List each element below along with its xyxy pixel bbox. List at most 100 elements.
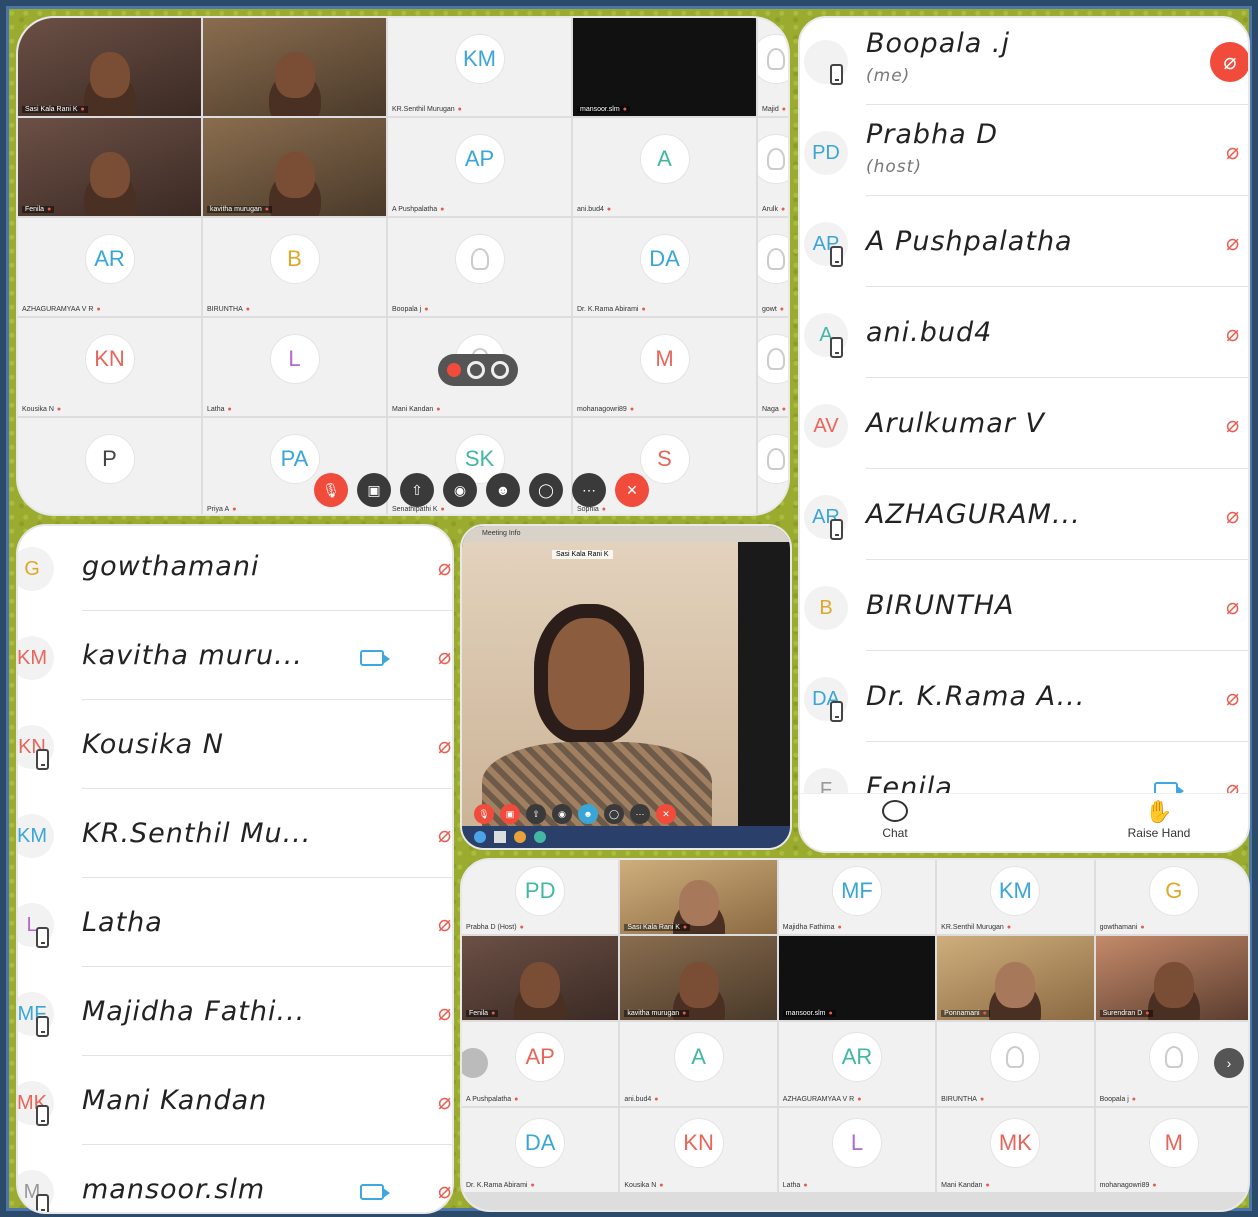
- participant-tile[interactable]: MF Majidha Fathima ●: [778, 860, 936, 934]
- participant-tile[interactable]: Ponnamani ●: [937, 936, 1094, 1020]
- mic-muted-icon[interactable]: ⌀: [438, 1000, 451, 1026]
- participant-tile[interactable]: kavitha murugan ●: [620, 936, 777, 1020]
- participant-tile[interactable]: AR AZHAGURAMYAA V R ●: [778, 1022, 936, 1106]
- camera-button[interactable]: ▣: [357, 473, 391, 507]
- message-icon[interactable]: [467, 361, 485, 379]
- participant-row[interactable]: KN Kousika N ⌀: [18, 704, 452, 794]
- participant-row[interactable]: AR AZHAGURAM... ⌀: [800, 473, 1248, 563]
- participant-row[interactable]: AP A Pushpalatha ⌀: [800, 200, 1248, 290]
- record-button[interactable]: ◉: [443, 473, 477, 507]
- participant-tile[interactable]: Fenila ●: [462, 936, 619, 1020]
- participant-tile[interactable]: Aani.bud4 ●: [573, 118, 756, 216]
- taskbar-app-icon[interactable]: [494, 831, 506, 843]
- speaker-more-button[interactable]: ⋯: [630, 804, 650, 824]
- participant-tile[interactable]: BIRUNTHA ●: [937, 1022, 1094, 1106]
- participant-tile[interactable]: MK Mani Kandan ●: [937, 1108, 1094, 1192]
- participant-row[interactable]: AV Arulkumar V ⌀: [800, 382, 1248, 472]
- share-screen-button[interactable]: ⇧: [400, 473, 434, 507]
- speaker-share-button[interactable]: ⇧: [526, 804, 546, 824]
- user-placeholder-icon: [758, 34, 788, 85]
- mic-muted-icon[interactable]: ⌀: [1226, 685, 1239, 711]
- participant-tile[interactable]: Surendran D ●: [1095, 936, 1248, 1020]
- participant-tile[interactable]: Naga ●: [758, 318, 788, 416]
- participant-row[interactable]: MK Mani Kandan ⌀: [18, 1060, 452, 1150]
- participant-row[interactable]: L Latha ⌀: [18, 882, 452, 972]
- participant-tile[interactable]: L Latha ●: [778, 1108, 936, 1192]
- user-placeholder-icon: [758, 234, 788, 285]
- participant-tile[interactable]: [758, 418, 788, 514]
- participant-tile[interactable]: AP A Pushpalatha ●: [388, 118, 571, 216]
- participant-tile[interactable]: Boopala j ●: [388, 218, 571, 316]
- participant-tile[interactable]: KM KR.Senthil Murugan ●: [388, 18, 571, 116]
- participant-tile[interactable]: gowt ●: [758, 218, 788, 316]
- mic-muted-icon[interactable]: ⌀: [438, 644, 451, 670]
- more-button[interactable]: ⋯: [572, 473, 606, 507]
- participant-row[interactable]: Mmansoor.slm ⌀: [18, 1149, 452, 1212]
- participant-tile[interactable]: DA Dr. K.Rama Abirami ●: [462, 1108, 619, 1192]
- settings-icon[interactable]: [491, 361, 509, 379]
- speaker-participants-button[interactable]: ☻: [578, 804, 598, 824]
- participant-tile[interactable]: B BIRUNTHA ●: [203, 218, 386, 316]
- participant-tile[interactable]: mansoor.slm ●: [778, 936, 936, 1020]
- participant-row[interactable]: MF Majidha Fathi... ⌀: [18, 971, 452, 1061]
- participant-tile[interactable]: KN Kousika N ●: [620, 1108, 777, 1192]
- mic-muted-icon[interactable]: ⌀: [1226, 230, 1239, 256]
- participant-tile[interactable]: PD Prabha D (Host) ●: [462, 860, 619, 934]
- next-page-button[interactable]: ›: [1214, 1048, 1244, 1078]
- participant-row[interactable]: DA Dr. K.Rama A... ⌀: [800, 655, 1248, 745]
- participant-row[interactable]: PD Prabha D (host) ⌀: [800, 109, 1248, 199]
- participant-tile[interactable]: kavitha murugan ●: [203, 118, 386, 216]
- mic-muted-icon[interactable]: ⌀: [1226, 594, 1239, 620]
- taskbar-app-icon[interactable]: [514, 831, 526, 843]
- participant-tile[interactable]: Majid ●: [758, 18, 788, 116]
- participant-tile[interactable]: Arulk ●: [758, 118, 788, 216]
- participant-row[interactable]: Ggowthamani ⌀: [18, 526, 452, 616]
- participant-tile[interactable]: P: [18, 418, 201, 514]
- participant-tile[interactable]: L Latha ●: [203, 318, 386, 416]
- end-call-button[interactable]: ✕: [615, 473, 649, 507]
- taskbar-app-icon[interactable]: [534, 831, 546, 843]
- participant-row[interactable]: B BIRUNTHA ⌀: [800, 564, 1248, 654]
- participant-tile[interactable]: mansoor.slm ●: [573, 18, 756, 116]
- participant-tile[interactable]: KM KR.Senthil Murugan ●: [937, 860, 1094, 934]
- participant-row[interactable]: KM kavitha muru... ⌀: [18, 615, 452, 705]
- speaker-chat-button[interactable]: ◯: [604, 804, 624, 824]
- raise-hand-tab[interactable]: ✋ Raise Hand: [1114, 800, 1204, 841]
- participant-row[interactable]: Boopala .j (me) ⌀: [800, 18, 1248, 108]
- participant-tile[interactable]: Sasi Kala Rani K ●: [18, 18, 201, 116]
- mic-muted-icon[interactable]: ⌀: [438, 911, 451, 937]
- participant-tile[interactable]: KN Kousika N ●: [18, 318, 201, 416]
- speaker-camera-button[interactable]: ▣: [500, 804, 520, 824]
- chat-tab[interactable]: Chat: [870, 800, 920, 840]
- participant-tile[interactable]: Ggowthamani ●: [1095, 860, 1248, 934]
- speaker-end-call-button[interactable]: ✕: [656, 804, 676, 824]
- mic-off-icon[interactable]: [447, 363, 461, 377]
- participant-tile[interactable]: DA Dr. K.Rama Abirami ●: [573, 218, 756, 316]
- mic-muted-icon[interactable]: ⌀: [438, 1178, 451, 1204]
- taskbar-app-icon[interactable]: [474, 831, 486, 843]
- mic-muted-icon[interactable]: ⌀: [438, 822, 451, 848]
- speaker-mute-button[interactable]: 🎙: [474, 804, 494, 824]
- participant-tile[interactable]: Mmohanagowri89 ●: [573, 318, 756, 416]
- participant-tile[interactable]: AR AZHAGURAMYAA V R ●: [18, 218, 201, 316]
- speaker-record-button[interactable]: ◉: [552, 804, 572, 824]
- mic-muted-icon[interactable]: ⌀: [1226, 321, 1239, 347]
- participants-button[interactable]: ☻: [486, 473, 520, 507]
- participant-tile[interactable]: [203, 18, 386, 116]
- mic-muted-icon[interactable]: ⌀: [438, 733, 451, 759]
- participant-row[interactable]: Aani.bud4 ⌀: [800, 291, 1248, 381]
- participant-tile[interactable]: Mmohanagowri89 ●: [1095, 1108, 1248, 1192]
- mic-muted-icon[interactable]: ⌀: [438, 1089, 451, 1115]
- participant-tile[interactable]: Sasi Kala Rani K ●: [620, 860, 777, 934]
- participant-tile[interactable]: Aani.bud4 ●: [620, 1022, 777, 1106]
- mute-mic-button[interactable]: 🎙: [314, 473, 348, 507]
- mic-muted-icon[interactable]: ⌀: [438, 555, 451, 581]
- mic-muted-icon[interactable]: ⌀: [1210, 42, 1248, 82]
- mic-muted-icon[interactable]: ⌀: [1226, 503, 1239, 529]
- chat-button[interactable]: ◯: [529, 473, 563, 507]
- mic-muted-icon[interactable]: ⌀: [1226, 139, 1239, 165]
- mic-muted-icon[interactable]: ⌀: [1226, 412, 1239, 438]
- participant-row[interactable]: KM KR.Senthil Mu... ⌀: [18, 793, 452, 883]
- mic-muted-icon: ●: [982, 1010, 987, 1017]
- participant-tile[interactable]: Fenila ●: [18, 118, 201, 216]
